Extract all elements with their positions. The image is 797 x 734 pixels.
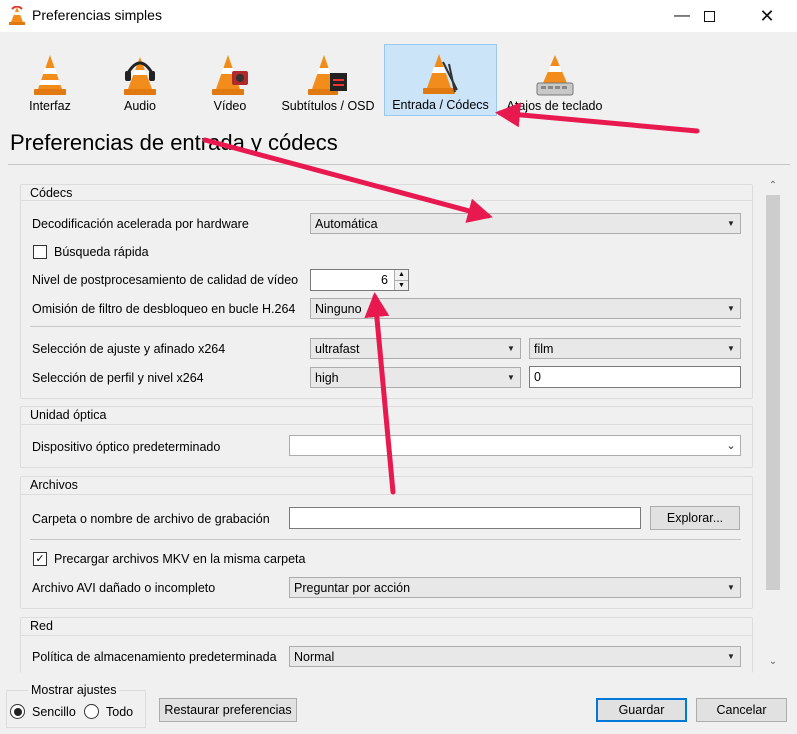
avi-repair-select[interactable]: Preguntar por acción ▼: [289, 577, 741, 598]
category-label: Subtítulos / OSD: [281, 99, 375, 113]
chevron-down-icon: ⌄: [726, 440, 736, 452]
group-header-divider: [20, 200, 753, 201]
files-divider: [30, 539, 741, 540]
postproc-value: 6: [381, 273, 388, 287]
category-label: Atajos de teclado: [506, 99, 603, 113]
chevron-down-icon: ▼: [727, 652, 735, 661]
preload-mkv-label: Precargar archivos MKV en la misma carpe…: [54, 552, 306, 566]
all-radio-label: Todo: [106, 705, 134, 719]
cancel-button[interactable]: Cancelar: [696, 698, 787, 722]
maximize-icon[interactable]: [686, 0, 732, 32]
deblock-value: Ninguno: [315, 301, 362, 316]
scroll-down-icon[interactable]: ⌄: [764, 652, 782, 670]
caching-policy-value: Normal: [294, 649, 335, 664]
category-audio[interactable]: Audio: [100, 44, 180, 116]
chevron-down-icon: ▼: [727, 219, 735, 228]
category-label: Audio: [124, 99, 156, 113]
avi-repair-value: Preguntar por acción: [294, 580, 411, 595]
window-title: Preferencias simples: [32, 7, 162, 23]
headphones-cone-icon: [124, 57, 156, 95]
scroll-up-icon[interactable]: ⌃: [764, 176, 782, 194]
postproc-spinbox[interactable]: 6 ▲ ▼: [310, 269, 409, 291]
optical-device-select[interactable]: ⌄: [289, 435, 741, 456]
category-label: Entrada / Códecs: [392, 98, 489, 112]
category-subtitles[interactable]: Subtítulos / OSD: [277, 44, 379, 116]
x264-preset-label: Selección de ajuste y afinado x264: [32, 342, 226, 356]
category-hotkeys[interactable]: Atajos de teclado: [502, 44, 607, 116]
chevron-down-icon: ▼: [507, 344, 515, 353]
category-video[interactable]: Vídeo: [190, 44, 270, 116]
x264-preset-value: ultrafast: [315, 341, 360, 356]
category-label: Vídeo: [213, 99, 247, 113]
x264-level-input[interactable]: 0: [529, 366, 741, 388]
browse-button[interactable]: Explorar...: [650, 506, 740, 530]
vlc-cone-icon: [34, 55, 66, 95]
codecs-cone-icon: [422, 54, 458, 94]
chevron-down-icon: ▼: [727, 304, 735, 313]
avi-repair-label: Archivo AVI dañado o incompleto: [32, 581, 216, 595]
network-group-title: Red: [30, 619, 53, 633]
scrollbar-thumb[interactable]: [766, 195, 780, 590]
chevron-down-icon: ▼: [727, 583, 735, 592]
group-header-divider: [20, 424, 753, 425]
title-divider: [8, 164, 790, 165]
category-input-codecs[interactable]: Entrada / Códecs: [384, 44, 497, 116]
hw-decode-select[interactable]: Automática ▼: [310, 213, 741, 234]
codecs-divider: [30, 326, 741, 327]
fast-seek-label: Búsqueda rápida: [54, 245, 149, 259]
postproc-label: Nivel de postprocesamiento de calidad de…: [32, 273, 299, 287]
x264-profile-value: high: [315, 370, 339, 385]
codecs-group-title: Códecs: [30, 186, 73, 200]
group-header-divider: [20, 635, 753, 636]
simple-radio[interactable]: [10, 704, 25, 719]
record-path-label: Carpeta o nombre de archivo de grabación: [32, 512, 270, 526]
hw-decode-label: Decodificación acelerada por hardware: [32, 217, 249, 231]
x264-profile-label: Selección de perfil y nivel x264: [32, 371, 204, 385]
record-path-input[interactable]: [289, 507, 641, 529]
hotkeys-cone-icon: [536, 55, 573, 96]
fast-seek-checkbox[interactable]: [33, 245, 47, 259]
deblock-label: Omisión de filtro de desbloqueo en bucle…: [32, 302, 296, 316]
page-title: Preferencias de entrada y códecs: [10, 130, 338, 155]
spin-up-icon[interactable]: ▲: [395, 270, 408, 280]
vlc-app-icon: [9, 6, 25, 25]
spin-down-icon[interactable]: ▼: [395, 279, 408, 290]
group-header-divider: [20, 494, 753, 495]
reset-preferences-button[interactable]: Restaurar preferencias: [159, 698, 297, 722]
show-settings-title: Mostrar ajustes: [28, 683, 120, 697]
caching-policy-select[interactable]: Normal ▼: [289, 646, 741, 667]
optical-device-label: Dispositivo óptico predeterminado: [32, 440, 221, 454]
chevron-down-icon: ▼: [507, 373, 515, 382]
x264-profile-select[interactable]: high ▼: [310, 367, 521, 388]
preload-mkv-checkbox[interactable]: ✓: [33, 552, 47, 566]
caching-policy-label: Política de almacenamiento predeterminad…: [32, 650, 277, 664]
chevron-down-icon: ▼: [727, 344, 735, 353]
subtitles-cone-icon: [308, 55, 347, 95]
category-interfaz[interactable]: Interfaz: [10, 44, 90, 116]
x264-preset-select[interactable]: ultrafast ▼: [310, 338, 521, 359]
simple-radio-label: Sencillo: [32, 705, 76, 719]
files-group-title: Archivos: [30, 478, 78, 492]
category-label: Interfaz: [29, 99, 71, 113]
deblock-select[interactable]: Ninguno ▼: [310, 298, 741, 319]
video-cone-icon: [212, 55, 248, 95]
hw-decode-value: Automática: [315, 216, 378, 231]
x264-tune-select[interactable]: film ▼: [529, 338, 741, 359]
all-radio[interactable]: [84, 704, 99, 719]
x264-tune-value: film: [534, 341, 554, 356]
close-icon[interactable]: ✕: [744, 0, 790, 32]
optical-group-title: Unidad óptica: [30, 408, 107, 422]
save-button[interactable]: Guardar: [596, 698, 687, 722]
